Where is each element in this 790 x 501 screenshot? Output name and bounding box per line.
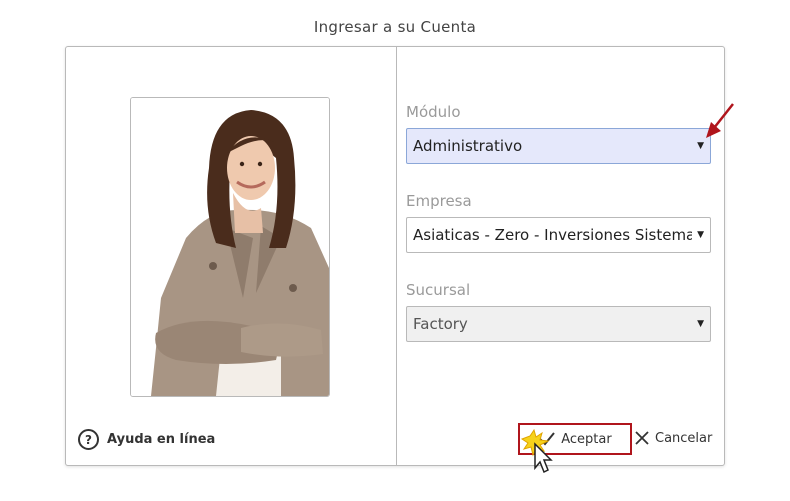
panel-divider: [396, 47, 397, 465]
online-help-link[interactable]: ? Ayuda en línea: [78, 429, 215, 450]
question-circle-icon: ?: [78, 429, 99, 450]
mouse-cursor-icon: [520, 428, 553, 474]
company-value: Asiaticas - Zero - Inversiones Sistemas: [413, 226, 692, 244]
woman-photo-illustration: [131, 98, 329, 396]
dropdown-arrow-icon: ▼: [697, 141, 704, 151]
dropdown-arrow-icon: ▼: [697, 319, 704, 329]
annotation-arrow-icon: [706, 103, 734, 138]
branch-select[interactable]: Factory ▼: [406, 306, 711, 342]
module-label: Módulo: [406, 103, 461, 121]
page-title: Ingresar a su Cuenta: [313, 18, 477, 36]
close-icon: [635, 431, 649, 445]
branch-label: Sucursal: [406, 281, 471, 299]
module-value: Administrativo: [413, 137, 523, 155]
dropdown-arrow-icon: ▼: [697, 230, 704, 240]
branch-value: Factory: [413, 315, 468, 333]
cancel-button[interactable]: Cancelar: [634, 430, 712, 446]
cancel-label: Cancelar: [655, 430, 713, 446]
company-label: Empresa: [406, 192, 472, 210]
login-dialog: ? Ayuda en línea Módulo Administrativo ▼…: [65, 46, 725, 466]
company-select[interactable]: Asiaticas - Zero - Inversiones Sistemas …: [406, 217, 711, 253]
accept-label: Aceptar: [561, 431, 612, 447]
online-help-label: Ayuda en línea: [107, 432, 216, 447]
module-select[interactable]: Administrativo ▼: [406, 128, 711, 164]
user-photo: [130, 97, 330, 397]
